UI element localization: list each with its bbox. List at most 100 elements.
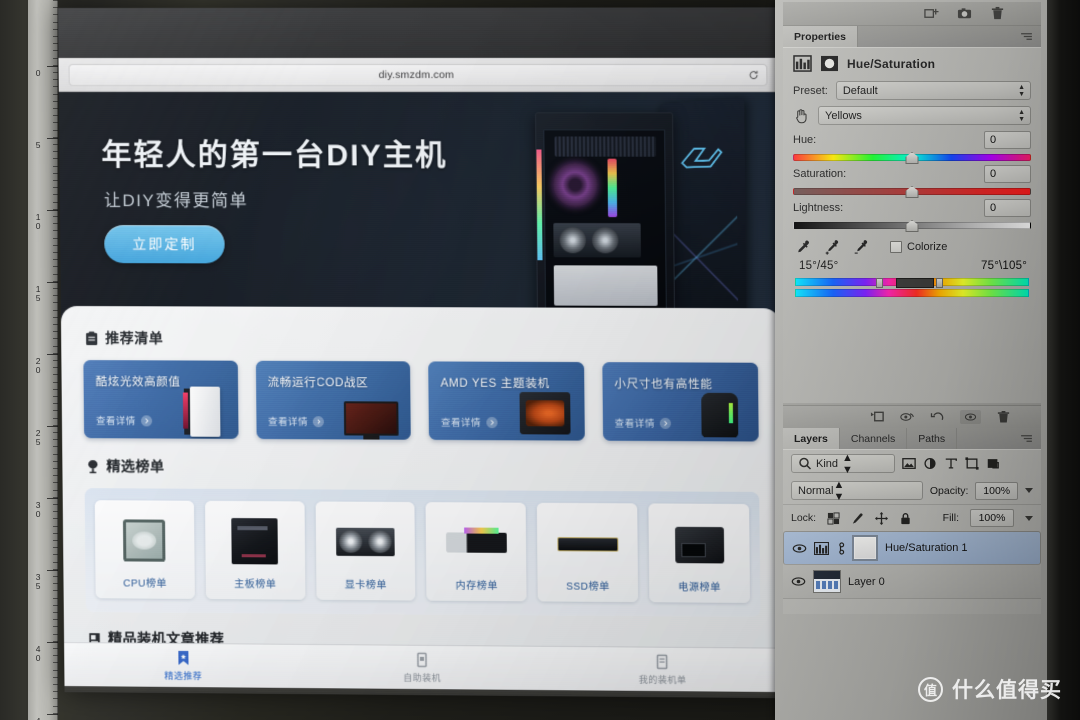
- color-range-bar-upper[interactable]: [795, 278, 1029, 288]
- layer-row-layer0[interactable]: Layer 0: [783, 565, 1041, 599]
- reload-icon[interactable]: [748, 69, 759, 80]
- rank-item[interactable]: 显卡榜单: [315, 501, 416, 601]
- vertical-ruler[interactable]: 051015202530354045: [28, 0, 58, 720]
- channel-select[interactable]: Yellows ▲ ▼: [818, 106, 1031, 125]
- ruler-tick: [53, 511, 58, 513]
- ruler-tick: [53, 108, 58, 109]
- card-detail-link[interactable]: 查看详情: [268, 414, 325, 428]
- ruler-tick: [53, 547, 58, 549]
- ruler-tick: [53, 381, 58, 383]
- opacity-value-input[interactable]: 100%: [975, 481, 1018, 500]
- image-filter-icon[interactable]: [902, 457, 916, 470]
- blend-opacity-row: Normal ▲ ▼ Opacity: 100%: [783, 477, 1041, 504]
- text-filter-icon[interactable]: [944, 457, 958, 470]
- lock-transparent-icon[interactable]: [827, 511, 840, 525]
- card-detail-link[interactable]: 查看详情: [441, 415, 498, 429]
- panel-menu-icon[interactable]: [1020, 434, 1033, 443]
- reset-icon[interactable]: [930, 410, 945, 424]
- add-layer-mask-icon[interactable]: [924, 6, 939, 21]
- layer-thumbnail[interactable]: [813, 570, 841, 593]
- layer-row-hue-saturation[interactable]: Hue/Saturation 1: [783, 531, 1041, 565]
- lock-position-icon[interactable]: [875, 511, 889, 525]
- bottom-tabbar: 精选推荐 自助装机 我的装机单: [64, 642, 784, 693]
- eyedropper-icon[interactable]: [795, 239, 811, 255]
- trash-icon[interactable]: [990, 6, 1005, 21]
- lock-all-icon[interactable]: [899, 512, 912, 525]
- range-slider-left[interactable]: [876, 278, 883, 288]
- tab-selfbuild[interactable]: 自助装机: [302, 650, 542, 684]
- watermark-text: 什么值得买: [952, 679, 1062, 702]
- adjustment-filter-icon[interactable]: [923, 457, 937, 470]
- link-layers-icon[interactable]: [870, 410, 885, 424]
- rank-item[interactable]: CPU榜单: [94, 500, 195, 599]
- hue-value-input[interactable]: 0: [984, 131, 1031, 149]
- blend-mode-select[interactable]: Normal ▲ ▼: [791, 479, 923, 503]
- lightness-slider-knob[interactable]: [905, 220, 919, 232]
- ruler-tick: [53, 475, 58, 477]
- ruler-label: 20: [35, 356, 41, 375]
- recommend-card[interactable]: 流畅运行COD战区 查看详情: [255, 360, 411, 440]
- lightness-slider-track[interactable]: [793, 220, 1031, 232]
- saturation-value-input[interactable]: 0: [984, 165, 1031, 183]
- eye-icon[interactable]: [792, 543, 807, 554]
- tab-channels[interactable]: Channels: [840, 428, 908, 449]
- layer-mask-thumbnail[interactable]: [852, 535, 878, 561]
- card-detail-link[interactable]: 查看详情: [96, 413, 152, 427]
- ruler-gutter: 051015202530354045: [0, 0, 58, 720]
- camera-snapshot-icon[interactable]: [957, 6, 972, 21]
- range-segment[interactable]: [896, 278, 934, 288]
- shape-filter-icon[interactable]: [965, 457, 979, 470]
- rank-item[interactable]: 电源榜单: [648, 503, 751, 603]
- rank-item[interactable]: SSD榜单: [537, 502, 639, 603]
- ruler-tick: [53, 259, 58, 261]
- trash-icon[interactable]: [996, 410, 1011, 424]
- rank-item[interactable]: 主板榜单: [204, 500, 306, 600]
- tab-paths[interactable]: Paths: [907, 428, 958, 449]
- rank-item[interactable]: 内存榜单: [426, 502, 527, 602]
- eye-icon[interactable]: [960, 410, 981, 424]
- recommend-card[interactable]: 酷炫光效高颜值 查看详情: [83, 360, 239, 439]
- tab-properties[interactable]: Properties: [783, 26, 858, 47]
- hue-slider-knob[interactable]: [905, 152, 919, 164]
- hue-slider-track[interactable]: [793, 152, 1031, 164]
- lock-image-icon[interactable]: [851, 512, 864, 525]
- hand-scrub-icon[interactable]: [793, 107, 810, 124]
- range-slider-right[interactable]: [936, 278, 943, 288]
- chevron-down-icon[interactable]: [1025, 515, 1033, 521]
- layer-filter-select[interactable]: Kind ▲ ▼: [791, 452, 895, 476]
- panel-menu-icon[interactable]: [1020, 32, 1033, 41]
- chevron-down-icon[interactable]: [1025, 488, 1033, 493]
- eyedropper-add-icon[interactable]: [824, 239, 840, 255]
- ruler-tick: [53, 316, 58, 318]
- ruler-tick-major: [47, 66, 58, 67]
- ruler-tick: [53, 655, 58, 657]
- pc-case-white-icon: [169, 384, 230, 437]
- address-bar[interactable]: diy.smzdm.com: [68, 63, 768, 86]
- preset-select[interactable]: Default ▲ ▼: [835, 81, 1031, 100]
- recommend-section-title: 推荐清单: [105, 330, 164, 347]
- eyedropper-subtract-icon[interactable]: [853, 239, 869, 255]
- ruler-tick-major: [47, 570, 58, 571]
- layer-visibility-icon[interactable]: [900, 410, 915, 424]
- recommend-card[interactable]: 小尺寸也有高性能 查看详情: [601, 362, 759, 442]
- preset-value: Default: [842, 84, 878, 97]
- lightness-value-input[interactable]: 0: [984, 199, 1031, 217]
- card-detail-link[interactable]: 查看详情: [615, 416, 672, 430]
- colorize-checkbox[interactable]: [890, 241, 902, 253]
- ruler-tick: [53, 158, 58, 160]
- tab-featured[interactable]: 精选推荐: [64, 649, 302, 683]
- hue-saturation-adjust-icon[interactable]: [793, 55, 812, 72]
- fill-value-input[interactable]: 100%: [970, 509, 1014, 527]
- hero-cta-button[interactable]: 立即定制: [104, 225, 225, 264]
- saturation-slider-track[interactable]: [793, 186, 1031, 198]
- smart-object-filter-icon[interactable]: [986, 457, 1000, 470]
- tab-my-builds[interactable]: 我的装机单: [542, 652, 784, 686]
- recommend-card[interactable]: AMD YES 主题装机 查看详情: [428, 361, 585, 441]
- layer-mask-icon[interactable]: [820, 55, 839, 72]
- eye-icon[interactable]: [791, 576, 806, 587]
- link-mask-icon[interactable]: [836, 541, 845, 555]
- ruler-tick: [53, 223, 58, 225]
- saturation-slider-knob[interactable]: [905, 186, 919, 198]
- tab-layers[interactable]: Layers: [783, 428, 840, 449]
- rank-item-label: CPU榜单: [123, 578, 167, 590]
